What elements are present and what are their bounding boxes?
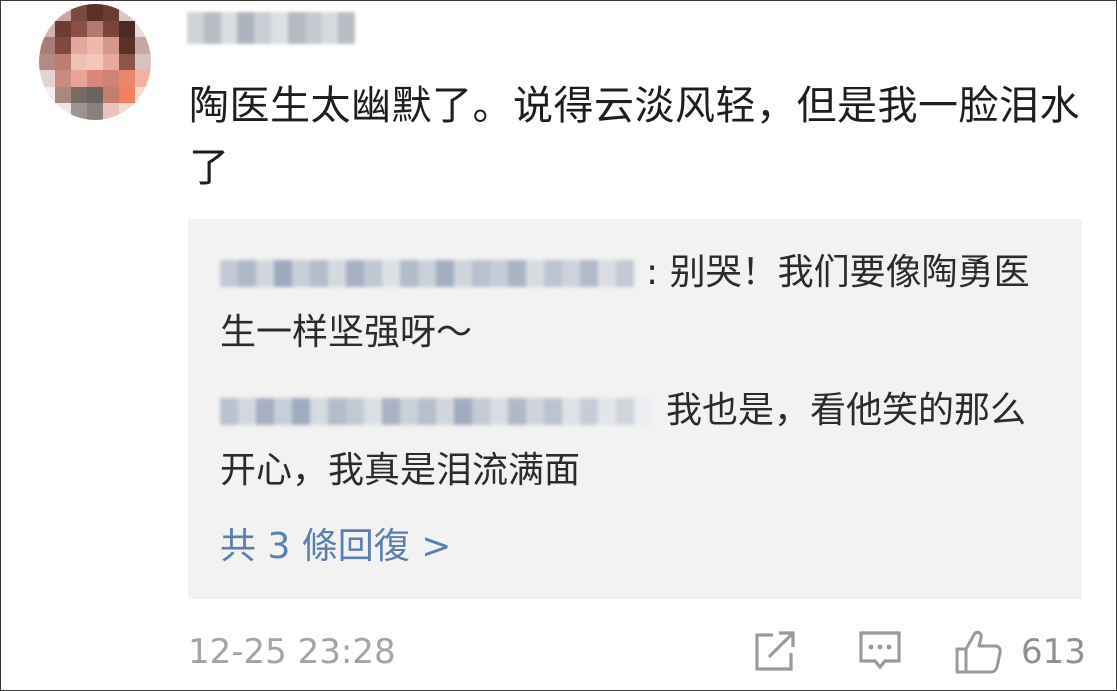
like-button[interactable] xyxy=(954,629,1004,675)
avatar[interactable] xyxy=(39,4,151,120)
share-icon xyxy=(755,631,795,671)
comment-icon xyxy=(859,631,901,670)
share-button[interactable] xyxy=(753,629,799,673)
reply-item[interactable]: : 别哭！我们要像陶勇医生一样坚强呀～ xyxy=(220,243,1040,363)
reply-author-redacted[interactable] xyxy=(220,253,640,287)
comment-text: 陶医生太幽默了。说得云淡风轻，但是我一脸泪水了 xyxy=(189,83,1080,191)
comment-button[interactable] xyxy=(857,629,903,673)
reply-author-redacted[interactable] xyxy=(220,391,652,425)
view-all-replies-link[interactable]: 共 3 條回復 > xyxy=(220,517,451,577)
replies-box: : 别哭！我们要像陶勇医生一样坚强呀～ 我也是，看他笑的那么开心，我真是泪流满面… xyxy=(188,219,1082,599)
reply-item[interactable]: 我也是，看他笑的那么开心，我真是泪流满面 xyxy=(220,381,1040,501)
thumbs-up-icon xyxy=(955,630,1002,674)
comment-card: 陶医生太幽默了。说得云淡风轻，但是我一脸泪水了 : 别哭！我们要像陶勇医生一样坚… xyxy=(0,0,1117,691)
username-redacted[interactable] xyxy=(187,9,355,47)
comment-timestamp: 12-25 23:28 xyxy=(188,632,396,672)
like-count: 613 xyxy=(1021,632,1086,672)
